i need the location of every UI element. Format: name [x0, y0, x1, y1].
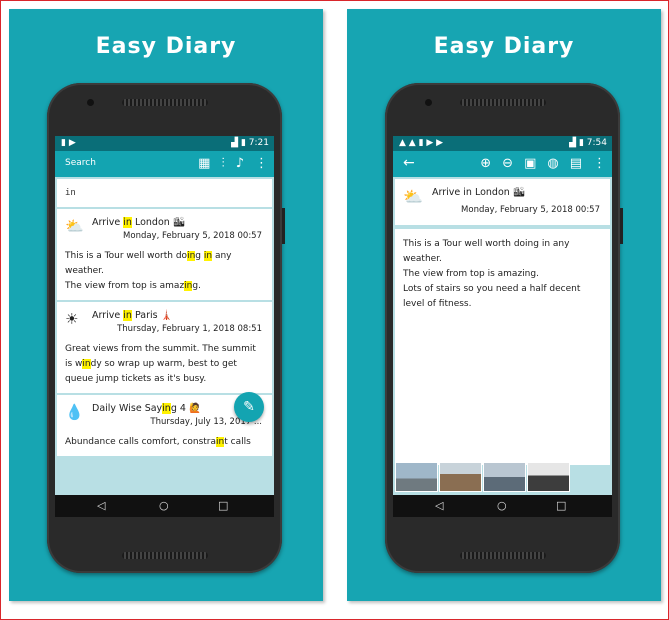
- edit-icon: ✎: [243, 399, 255, 415]
- big-ben-photo[interactable]: [439, 462, 482, 492]
- right-showcase-panel: Easy Diary ▲ ▲ ▮ ▶ ▶ ▟ ▮ 7:54 ← ⊕ ⊖ ▣ ◍ ▤ ⋮ ⛅…: [347, 9, 661, 601]
- top-speaker: [122, 99, 208, 106]
- signal-icon: ▟ ▮: [231, 138, 249, 148]
- nav-back-icon[interactable]: ◁: [435, 499, 443, 512]
- zoom-in-icon[interactable]: ⊕: [480, 156, 491, 171]
- phone-frame-left: ▮ ▶ ▟ ▮ 7:21 Search ▦ ⫶ ♪ ⋮ in ⛅ Arrive in …: [47, 83, 285, 573]
- entry-date: Thursday, February 1, 2018 08:51: [117, 324, 262, 334]
- person-emoji-icon: 🙋: [188, 403, 201, 414]
- search-label[interactable]: Search: [65, 158, 96, 168]
- front-camera: [87, 99, 94, 106]
- bridge-photo[interactable]: [483, 462, 526, 492]
- rain-icon: 💧: [65, 403, 84, 421]
- write-diary-button[interactable]: ✎: [234, 392, 264, 422]
- app-brand-title: Easy Diary: [433, 34, 575, 59]
- more-icon[interactable]: ⋮: [593, 156, 606, 171]
- city-emoji-icon: 🏙: [512, 187, 525, 198]
- zoom-out-icon[interactable]: ⊖: [502, 156, 513, 171]
- list-item[interactable]: ☀ Arrive in Paris 🗼 Thursday, February 1…: [57, 302, 272, 393]
- partly-cloudy-icon: ⛅: [403, 187, 423, 206]
- bottom-speaker: [122, 552, 208, 559]
- list-item[interactable]: ⛅ Arrive in London 🏙 Monday, February 5,…: [57, 209, 272, 300]
- sliders-icon[interactable]: ⫶: [221, 156, 224, 171]
- front-camera: [425, 99, 432, 106]
- entry-date: Monday, February 5, 2018 00:57: [123, 231, 262, 241]
- sun-icon: ☀: [65, 310, 79, 328]
- power-button: [282, 208, 285, 244]
- top-speaker: [460, 99, 546, 106]
- status-time: 7:21: [248, 138, 269, 148]
- bottom-speaker: [460, 552, 546, 559]
- search-input[interactable]: in: [57, 179, 272, 207]
- london-eye-photo[interactable]: [395, 462, 438, 492]
- entry-title: Arrive in Paris 🗼: [92, 310, 173, 321]
- status-icons: ▲ ▲ ▮ ▶ ▶: [399, 138, 444, 148]
- tower-bridge-photo[interactable]: [527, 462, 570, 492]
- image-icon[interactable]: ▤: [570, 156, 582, 171]
- back-arrow-icon[interactable]: ←: [403, 155, 415, 171]
- nav-recent-icon[interactable]: □: [556, 499, 566, 512]
- phone-screen-detail: ▲ ▲ ▮ ▶ ▶ ▟ ▮ 7:54 ← ⊕ ⊖ ▣ ◍ ▤ ⋮ ⛅ Arrive in …: [393, 136, 612, 517]
- phone-frame-right: ▲ ▲ ▮ ▶ ▶ ▟ ▮ 7:54 ← ⊕ ⊖ ▣ ◍ ▤ ⋮ ⛅ Arrive in …: [385, 83, 623, 573]
- entry-title: Daily Wise Saying 4 🙋: [92, 403, 201, 414]
- signal-icon: ▟ ▮: [569, 138, 587, 148]
- entry-title: Arrive in London 🏙: [92, 217, 185, 228]
- save-icon[interactable]: ▣: [524, 156, 536, 171]
- status-bar: ▲ ▲ ▮ ▶ ▶ ▟ ▮ 7:54: [393, 136, 612, 151]
- entry-header-card: ⛅ Arrive in London 🏙 Monday, February 5,…: [395, 179, 610, 225]
- nav-back-icon[interactable]: ◁: [97, 499, 105, 512]
- android-navbar: ◁ ○ □: [55, 495, 274, 517]
- phone-screen-search: ▮ ▶ ▟ ▮ 7:21 Search ▦ ⫶ ♪ ⋮ in ⛅ Arrive in …: [55, 136, 274, 517]
- entry-body[interactable]: This is a Tour well worth doing in any w…: [395, 229, 610, 465]
- nav-home-icon[interactable]: ○: [497, 499, 507, 512]
- status-icons: ▮ ▶: [61, 138, 76, 148]
- photo-strip: [395, 462, 610, 492]
- entry-title: Arrive in London 🏙: [432, 187, 525, 198]
- diary-list: in ⛅ Arrive in London 🏙 Monday, February…: [55, 177, 274, 495]
- calendar-icon[interactable]: ▦: [198, 156, 210, 171]
- entry-detail: ⛅ Arrive in London 🏙 Monday, February 5,…: [393, 177, 612, 495]
- search-toolbar: Search ▦ ⫶ ♪ ⋮: [55, 151, 274, 177]
- status-bar: ▮ ▶ ▟ ▮ 7:21: [55, 136, 274, 151]
- globe-icon[interactable]: ◍: [547, 156, 558, 171]
- detail-toolbar: ← ⊕ ⊖ ▣ ◍ ▤ ⋮: [393, 151, 612, 177]
- android-navbar: ◁ ○ □: [393, 495, 612, 517]
- nav-recent-icon[interactable]: □: [218, 499, 228, 512]
- eiffel-tower-icon: 🗼: [160, 310, 173, 321]
- entry-body: Great views from the summit. The summit …: [65, 344, 256, 384]
- power-button: [620, 208, 623, 244]
- app-brand-title: Easy Diary: [95, 34, 237, 59]
- partly-cloudy-icon: ⛅: [65, 217, 84, 235]
- city-emoji-icon: 🏙: [172, 217, 185, 228]
- status-time: 7:54: [586, 138, 607, 148]
- entry-date: Monday, February 5, 2018 00:57: [461, 205, 600, 215]
- entry-body: Abundance calls comfort, constraint call…: [65, 437, 251, 447]
- left-showcase-panel: Easy Diary ▮ ▶ ▟ ▮ 7:21 Search ▦ ⫶ ♪ ⋮ in ⛅: [9, 9, 323, 601]
- more-icon[interactable]: ⋮: [255, 156, 268, 171]
- mic-icon[interactable]: ♪: [236, 156, 244, 171]
- entry-body: This is a Tour well worth doing in any we…: [65, 251, 232, 291]
- nav-home-icon[interactable]: ○: [159, 499, 169, 512]
